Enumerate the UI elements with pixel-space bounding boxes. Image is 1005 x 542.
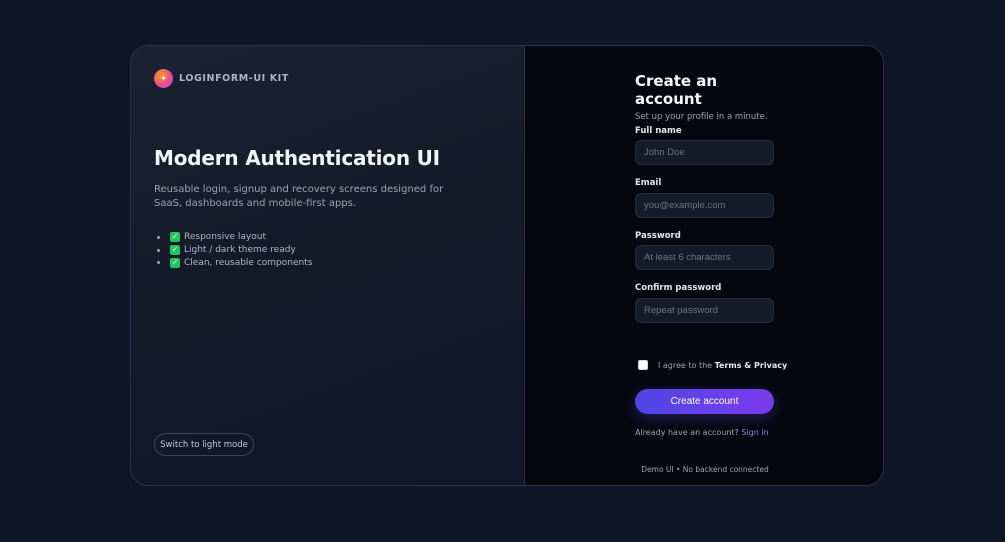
terms-link[interactable]: Terms & Privacy [715, 361, 788, 370]
terms-label: I agree to the Terms & Privacy [658, 361, 787, 370]
terms-row: I agree to the Terms & Privacy [635, 360, 795, 370]
terms-prefix: I agree to the [658, 360, 715, 370]
feature-item: ✓ Light / dark theme ready [157, 244, 312, 257]
marketing-panel: ✦ LOGINFORM-UI KIT Modern Authentication… [131, 46, 525, 485]
theme-toggle-button[interactable]: Switch to light mode [154, 433, 254, 456]
form-subtitle: Set up your profile in a minute. [635, 112, 768, 122]
terms-checkbox[interactable] [638, 360, 648, 370]
feature-list: ✓ Responsive layout ✓ Light / dark theme… [157, 231, 312, 269]
password-input[interactable] [635, 245, 774, 270]
auth-card: ✦ LOGINFORM-UI KIT Modern Authentication… [130, 45, 884, 486]
email-label: Email [635, 178, 662, 188]
password-label: Password [635, 231, 681, 241]
feature-label: Responsive layout [184, 232, 266, 243]
feature-item: ✓ Responsive layout [157, 231, 312, 244]
bullet-dot-icon [157, 235, 160, 239]
signin-link[interactable]: Sign in [741, 428, 768, 437]
full-name-input[interactable] [635, 140, 774, 165]
signup-panel: Create an account Set up your profile in… [525, 46, 883, 485]
check-square-icon: ✓ [170, 232, 180, 243]
feature-label: Clean, reusable components [184, 257, 313, 268]
bullet-dot-icon [157, 261, 160, 265]
brand-logo-icon: ✦ [154, 69, 173, 88]
check-square-icon: ✓ [170, 257, 180, 268]
check-square-icon: ✓ [170, 245, 180, 256]
confirm-password-input[interactable] [635, 298, 774, 323]
signin-row: Already have an account? Sign in [635, 428, 769, 437]
bullet-dot-icon [157, 248, 160, 252]
email-input[interactable] [635, 193, 774, 218]
signup-form: Create an account Set up your profile in… [635, 72, 787, 485]
hero-title: Modern Authentication UI [154, 146, 440, 170]
feature-item: ✓ Clean, reusable components [157, 256, 312, 269]
confirm-password-label: Confirm password [635, 283, 722, 293]
hero-subtitle: Reusable login, signup and recovery scre… [154, 184, 444, 209]
feature-label: Light / dark theme ready [184, 245, 296, 256]
create-account-button[interactable]: Create account [635, 389, 774, 414]
brand: ✦ LOGINFORM-UI KIT [154, 69, 289, 88]
footnote: Demo UI • No backend connected [641, 465, 769, 474]
form-title: Create an account [635, 72, 718, 108]
brand-name: LOGINFORM-UI KIT [179, 73, 289, 84]
signin-prompt: Already have an account? [635, 428, 739, 437]
full-name-label: Full name [635, 126, 682, 136]
